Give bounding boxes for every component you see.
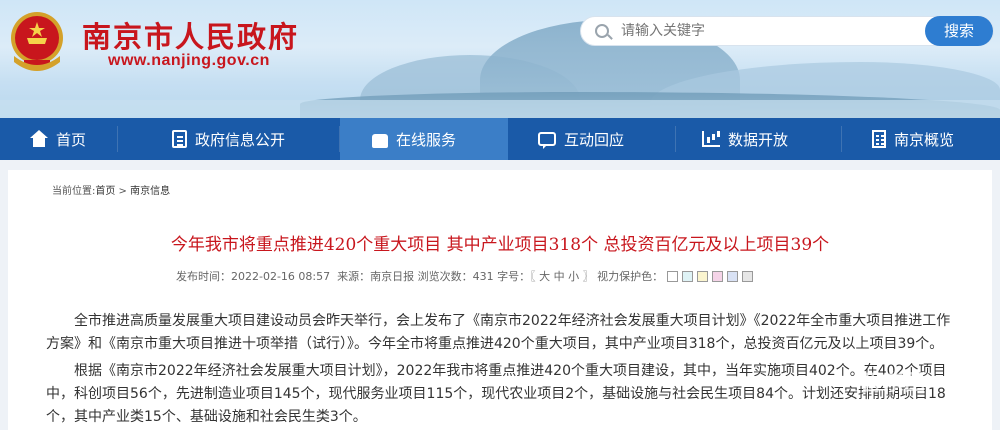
view-count: 浏览次数：431 (417, 270, 494, 283)
chart-icon (702, 131, 720, 147)
header-banner: 南京市人民政府 www.nanjing.gov.cn 搜索 (0, 0, 1000, 118)
search-button[interactable]: 搜索 (925, 16, 993, 46)
nav-item-open-data[interactable]: 数据开放 (676, 118, 842, 160)
breadcrumb-current-link[interactable]: 南京信息 (130, 186, 170, 197)
article-paragraph: 全市推进高质量发展重大项目建设动员会昨天举行，会上发布了《南京市2022年经济社… (46, 313, 951, 352)
eye-care-label: 视力保护色： (597, 270, 664, 283)
nav-item-gov-info[interactable]: 政府信息公开 (118, 118, 340, 160)
eye-care-swatch-yellow[interactable] (697, 270, 709, 282)
eye-care-swatch-blue[interactable] (727, 270, 739, 282)
nav-item-nanjing-overview[interactable]: 南京概览 (842, 118, 1000, 160)
eye-care-swatch-cyan[interactable] (682, 270, 694, 282)
document-icon (172, 130, 187, 148)
site-title[interactable]: 南京市人民政府 (82, 14, 299, 56)
main-nav: 首页 政府信息公开 在线服务 互动回应 数据开放 南京概览 (0, 118, 1000, 160)
thumbs-up-icon (372, 134, 388, 148)
watermark-logo: 智东西 (860, 371, 927, 396)
nav-item-label: 政府信息公开 (195, 130, 286, 149)
nav-item-label: 数据开放 (728, 130, 789, 149)
site-url[interactable]: www.nanjing.gov.cn (108, 52, 270, 70)
nav-item-home[interactable]: 首页 (0, 118, 118, 160)
search-box: 搜索 (580, 16, 994, 46)
article-container: 当前位置:首页 > 南京信息 今年我市将重点推进420个重大项目 其中产业项目3… (8, 170, 992, 430)
breadcrumb: 当前位置:首页 > 南京信息 (52, 182, 170, 197)
chat-icon (538, 132, 556, 149)
nav-item-label: 首页 (56, 130, 87, 149)
breadcrumb-home-link[interactable]: 首页 (95, 186, 115, 197)
article-meta: 发布时间：2022-02-16 08:57 来源：南京日报 浏览次数：431 字… (176, 268, 754, 284)
home-icon (30, 130, 48, 148)
eye-care-swatch-white[interactable] (667, 270, 679, 282)
article-paragraph: 根据《南京市2022年经济社会发展重大项目计划》，2022年我市将重点推进420… (46, 363, 947, 425)
search-input[interactable] (621, 21, 901, 41)
eye-care-swatch-gray[interactable] (742, 270, 754, 282)
national-emblem-icon (11, 12, 63, 71)
eye-care-swatch-pink[interactable] (712, 270, 724, 282)
banner-water (0, 100, 1000, 118)
nav-item-label: 南京概览 (894, 130, 955, 149)
nav-item-online-service[interactable]: 在线服务 (340, 118, 508, 160)
publish-time: 发布时间：2022-02-16 08:57 (176, 270, 331, 283)
breadcrumb-separator: > (115, 186, 131, 197)
nav-item-label: 在线服务 (396, 130, 457, 149)
article-title: 今年我市将重点推进420个重大项目 其中产业项目318个 总投资百亿元及以上项目… (170, 235, 830, 255)
building-icon (872, 130, 886, 148)
search-icon (595, 24, 609, 38)
font-size-selector[interactable]: 字号：〖 大 中 小 〗 (497, 268, 594, 284)
breadcrumb-prefix: 当前位置: (52, 186, 96, 197)
article-source: 来源：南京日报 (337, 270, 415, 283)
nav-item-interaction[interactable]: 互动回应 (508, 118, 676, 160)
nav-item-label: 互动回应 (564, 130, 625, 149)
